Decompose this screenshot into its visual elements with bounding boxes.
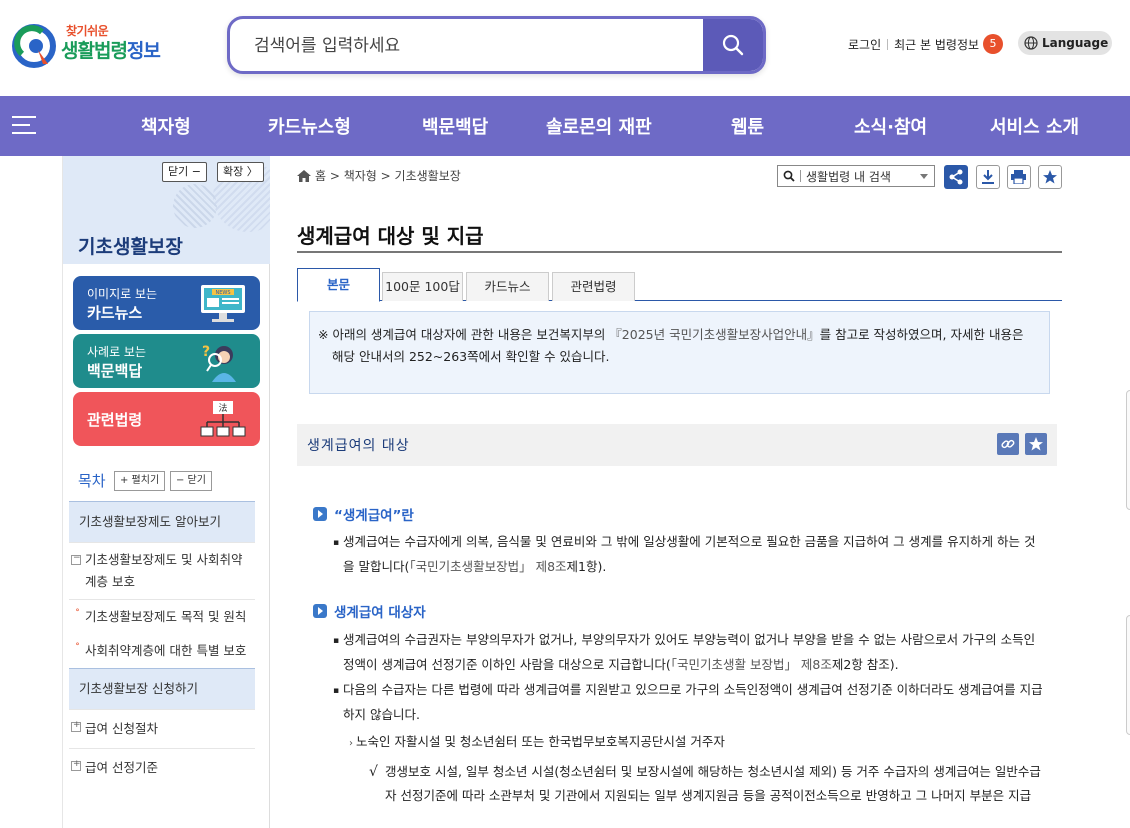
nav-item-booklet[interactable]: 책자형 (141, 113, 191, 139)
download-button[interactable] (976, 165, 1000, 189)
sidebar-expand-button[interactable]: 확장 〉 (217, 162, 264, 182)
section-link-button[interactable] (997, 433, 1019, 455)
toc-item[interactable]: 기초생활보장제도 알아보기 (69, 501, 255, 543)
tab-cardnews[interactable]: 카드뉴스 (466, 272, 549, 301)
paragraph: ▪다음의 수급자는 다른 법령에 따라 생계급여를 지원받고 있으므로 가구의 … (333, 678, 1045, 726)
toc-item[interactable]: 사회취약계층에 대한 특별 보호 (69, 634, 255, 668)
search-icon (783, 170, 795, 182)
section-header: 생계급여의 대상 (297, 424, 1057, 466)
site-header: 찾기쉬운 생활법령정보 로그인 최근 본 법령정보 5 Language (0, 0, 1130, 96)
printer-icon (1011, 170, 1026, 184)
language-button[interactable]: Language (1018, 31, 1112, 55)
law-card[interactable]: 관련법령 法 (73, 392, 260, 446)
main-search-button[interactable] (703, 19, 763, 71)
main-search-input[interactable] (254, 33, 694, 59)
recent-laws-link[interactable]: 최근 본 법령정보 (894, 36, 979, 53)
search-icon (721, 33, 745, 57)
law-reference-link[interactable]: 「국민기초생활 보장법」 제8조 (671, 657, 832, 672)
share-button[interactable] (944, 165, 968, 189)
menu-icon[interactable] (12, 115, 36, 135)
toc-item[interactable]: −기초생활보장제도 및 사회취약계층 보호 (69, 543, 255, 600)
language-label: Language (1042, 36, 1108, 50)
toc-item[interactable]: +급여 신청절차 (69, 710, 255, 749)
nav-item-about[interactable]: 서비스 소개 (990, 113, 1079, 139)
sidebar-header: 닫기 − 확장 〉 기초생활보장 (63, 156, 270, 264)
card-big-label: 백문백답 (87, 360, 142, 381)
nav-item-news[interactable]: 소식·참여 (854, 113, 927, 139)
inner-search-select[interactable]: 생활법령 내 검색 (777, 165, 935, 187)
tab-100qa[interactable]: 100문 100답 (382, 272, 463, 301)
svg-text:NEWS: NEWS (215, 290, 230, 296)
play-bullet-icon (313, 507, 327, 521)
nav-item-solomon[interactable]: 솔로몬의 재판 (546, 113, 652, 139)
bookmark-button[interactable] (1038, 165, 1062, 189)
person-magnifier-icon: ? (198, 340, 248, 382)
recent-count-badge: 5 (983, 34, 1003, 54)
tab-body[interactable]: 본문 (297, 268, 380, 302)
scroll-edge[interactable] (1126, 390, 1130, 510)
card-big-label: 카드뉴스 (87, 302, 142, 323)
print-button[interactable] (1007, 165, 1031, 189)
cardnews-card[interactable]: 이미지로 보는 카드뉴스 NEWS (73, 276, 260, 330)
sub-list-item: ›노숙인 자활시설 및 청소년쉼터 또는 한국법무보호복지공단시설 거주자 (349, 730, 1049, 755)
globe-icon (1024, 36, 1038, 50)
svg-text:法: 法 (218, 402, 227, 414)
main-search-box (227, 16, 766, 74)
scroll-edge[interactable] (1126, 615, 1130, 735)
card-small-label: 이미지로 보는 (87, 285, 157, 302)
card-big-label: 관련법령 (87, 409, 142, 430)
play-bullet-icon (313, 604, 327, 618)
content-tabs: 본문 100문 100답 카드뉴스 관련법령 (297, 268, 1062, 301)
toc-item[interactable]: 기초생활보장 신청하기 (69, 668, 255, 710)
paragraph: ▪생계급여의 수급권자는 부양의무자가 없거나, 부양의무자가 있어도 부양능력… (333, 628, 1045, 676)
card-small-label: 사례로 보는 (87, 343, 146, 360)
law-hierarchy-icon: 法 (198, 398, 248, 440)
paragraph: ▪생계급여는 수급자에게 의복, 음식물 및 연료비와 그 밖에 일상생활에 기… (333, 530, 1045, 578)
star-icon (1043, 170, 1057, 184)
inner-search-label: 생활법령 내 검색 (806, 168, 891, 185)
section-bookmark-button[interactable] (1025, 433, 1047, 455)
sidebar: 닫기 − 확장 〉 기초생활보장 이미지로 보는 카드뉴스 NEWS 사례로 보… (62, 156, 270, 828)
notice-reference: 『2025년 국민기초생활보장사업안내』 (609, 327, 819, 342)
sidebar-title: 기초생활보장 (78, 232, 183, 259)
toc-collapse-button[interactable]: − 닫기 (170, 471, 212, 491)
nav-item-webtoon[interactable]: 웹툰 (731, 113, 764, 139)
tab-related-laws[interactable]: 관련법령 (552, 272, 635, 301)
login-link[interactable]: 로그인 (848, 36, 881, 53)
star-icon (1029, 437, 1043, 451)
toc-item[interactable]: 기초생활보장제도 목적 및 원칙 (69, 600, 255, 634)
share-icon (948, 169, 964, 185)
home-icon[interactable] (297, 170, 311, 182)
utility-links: 로그인 최근 본 법령정보 5 (848, 33, 1003, 55)
subsection-title: 생계급여 대상자 (313, 601, 426, 621)
logo-mark-icon (12, 24, 56, 68)
nav-item-cardnews[interactable]: 카드뉴스형 (268, 113, 351, 139)
law-reference-link[interactable]: 「국민기초생활보장법」 제8조 (409, 559, 566, 574)
breadcrumb-path: 홈 > 책자형 > 기초생활보장 (315, 167, 461, 184)
logo-big-text: 생활법령정보 (61, 36, 160, 63)
toc-expand-button[interactable]: + 펼치기 (114, 471, 165, 491)
subsection-title: “생계급여”란 (313, 504, 414, 524)
toc-list: 기초생활보장제도 알아보기 −기초생활보장제도 및 사회취약계층 보호 기초생활… (69, 501, 255, 787)
main-content: 홈 > 책자형 > 기초생활보장 생활법령 내 검색 (297, 156, 1062, 828)
link-icon (1001, 437, 1015, 451)
chevron-down-icon (920, 174, 928, 179)
page-title: 생계급여 대상 및 지급 (297, 220, 484, 249)
util-divider (887, 39, 888, 50)
main-nav: 책자형 카드뉴스형 백문백답 솔로몬의 재판 웹툰 소식·참여 서비스 소개 (0, 96, 1130, 156)
breadcrumb: 홈 > 책자형 > 기초생활보장 (297, 167, 461, 184)
decor-pattern (173, 184, 217, 228)
notice-box: ※ 아래의 생계급여 대상자에 관한 내용은 보건복지부의 『2025년 국민기… (309, 311, 1050, 394)
qa-card[interactable]: 사례로 보는 백문백답 ? (73, 334, 260, 388)
monitor-news-icon: NEWS (198, 282, 248, 324)
sidebar-close-button[interactable]: 닫기 − (162, 162, 207, 182)
title-divider (297, 251, 1062, 253)
toc-item[interactable]: +급여 선정기준 (69, 749, 255, 787)
site-logo[interactable]: 찾기쉬운 생활법령정보 (12, 22, 172, 70)
section-title: 생계급여의 대상 (307, 435, 410, 455)
nav-item-qa[interactable]: 백문백답 (422, 113, 488, 139)
download-icon (981, 170, 995, 184)
check-list-item: √갱생보호 시설, 일부 청소년 시설(청소년쉼터 및 보장시설에 해당하는 청… (369, 760, 1049, 807)
toc-label: 목차 (78, 470, 106, 491)
